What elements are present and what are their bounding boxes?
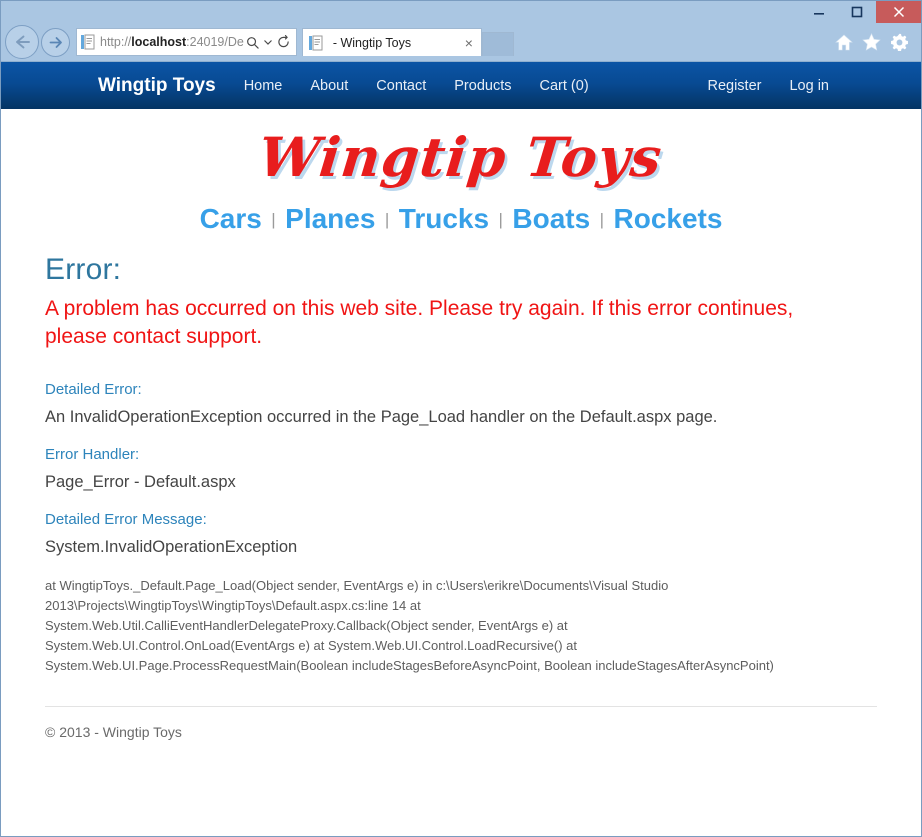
home-icon[interactable] [835,34,853,51]
address-bar-icons [244,32,294,52]
footer-copyright: © 2013 - Wingtip Toys [45,724,182,740]
url-host: localhost [131,35,187,49]
category-link-boats[interactable]: Boats [512,203,590,234]
favorites-star-icon[interactable] [862,33,881,51]
back-arrow-icon [12,33,32,51]
close-button[interactable] [876,1,921,23]
tab-favicon-icon [308,35,323,51]
tab-strip: - Wingtip Toys × [301,28,514,56]
search-icon[interactable] [244,32,261,52]
window-controls [800,1,921,23]
nav-link-home[interactable]: Home [244,78,283,94]
navbar-brand[interactable]: Wingtip Toys [98,75,216,97]
url-scheme: http:// [100,35,132,49]
tab-close-icon[interactable]: × [461,36,477,50]
error-content: Error: A problem has occurred on this we… [1,253,921,740]
category-separator: | [271,210,276,229]
detailed-error-label: Detailed Error: [45,381,142,398]
stack-trace: at WingtipToys._Default.Page_Load(Object… [45,578,774,673]
browser-window: http://localhost:24019/De - Wingtip Toys… [0,0,922,837]
tab-title: - Wingtip Toys [332,35,412,50]
category-separator: | [599,210,605,229]
browser-toolbar: http://localhost:24019/De - Wingtip Toys… [1,23,921,61]
settings-gear-icon[interactable] [890,33,909,52]
detailed-error-message-label: Detailed Error Message: [45,511,207,528]
chevron-down-icon[interactable] [263,32,273,52]
browser-tab[interactable]: - Wingtip Toys × [301,28,482,56]
category-link-cars[interactable]: Cars [200,203,262,234]
nav-link-contact[interactable]: Contact [376,78,426,94]
navbar-account-links: Register Log in [707,78,829,94]
category-links: Cars | Planes | Trucks | Boats | Rockets [1,193,921,253]
url-path: :24019/De [186,35,244,49]
forward-button[interactable] [41,27,70,57]
error-heading: Error: [45,253,122,286]
category-link-rockets[interactable]: Rockets [614,203,723,234]
error-message: A problem has occurred on this web site.… [45,297,794,348]
detailed-error-value: An InvalidOperationException occurred in… [45,408,718,426]
address-bar[interactable]: http://localhost:24019/De [76,28,297,56]
category-link-planes[interactable]: Planes [285,203,375,234]
refresh-icon[interactable] [275,32,292,52]
error-handler-value: Page_Error - Default.aspx [45,473,236,491]
detailed-error-message-value: System.InvalidOperationException [45,538,298,556]
url-text: http://localhost:24019/De [100,34,244,50]
error-handler-label: Error Handler: [45,446,140,463]
nav-link-login[interactable]: Log in [789,78,829,94]
navbar-links: Home About Contact Products Cart (0) [244,78,589,94]
footer-divider [45,706,877,707]
maximize-button[interactable] [838,1,876,23]
site-logo-container: Wingtip Toys [1,109,921,193]
minimize-button[interactable] [800,1,838,23]
page-viewport: Wingtip Toys Home About Contact Products… [1,61,921,836]
back-button[interactable] [5,25,39,59]
new-tab-button[interactable] [481,32,514,56]
forward-arrow-icon [47,35,64,50]
site-navbar: Wingtip Toys Home About Contact Products… [1,62,921,109]
category-separator: | [384,210,390,229]
category-link-trucks[interactable]: Trucks [399,203,489,234]
window-titlebar [1,1,921,23]
browser-toolbar-icons [835,33,915,52]
nav-link-cart[interactable]: Cart (0) [540,78,589,94]
category-separator: | [498,210,503,229]
site-logo[interactable]: Wingtip Toys [256,125,666,189]
nav-link-products[interactable]: Products [454,78,511,94]
page-favicon-icon [81,34,95,50]
nav-link-register[interactable]: Register [707,78,761,94]
nav-link-about[interactable]: About [310,78,348,94]
